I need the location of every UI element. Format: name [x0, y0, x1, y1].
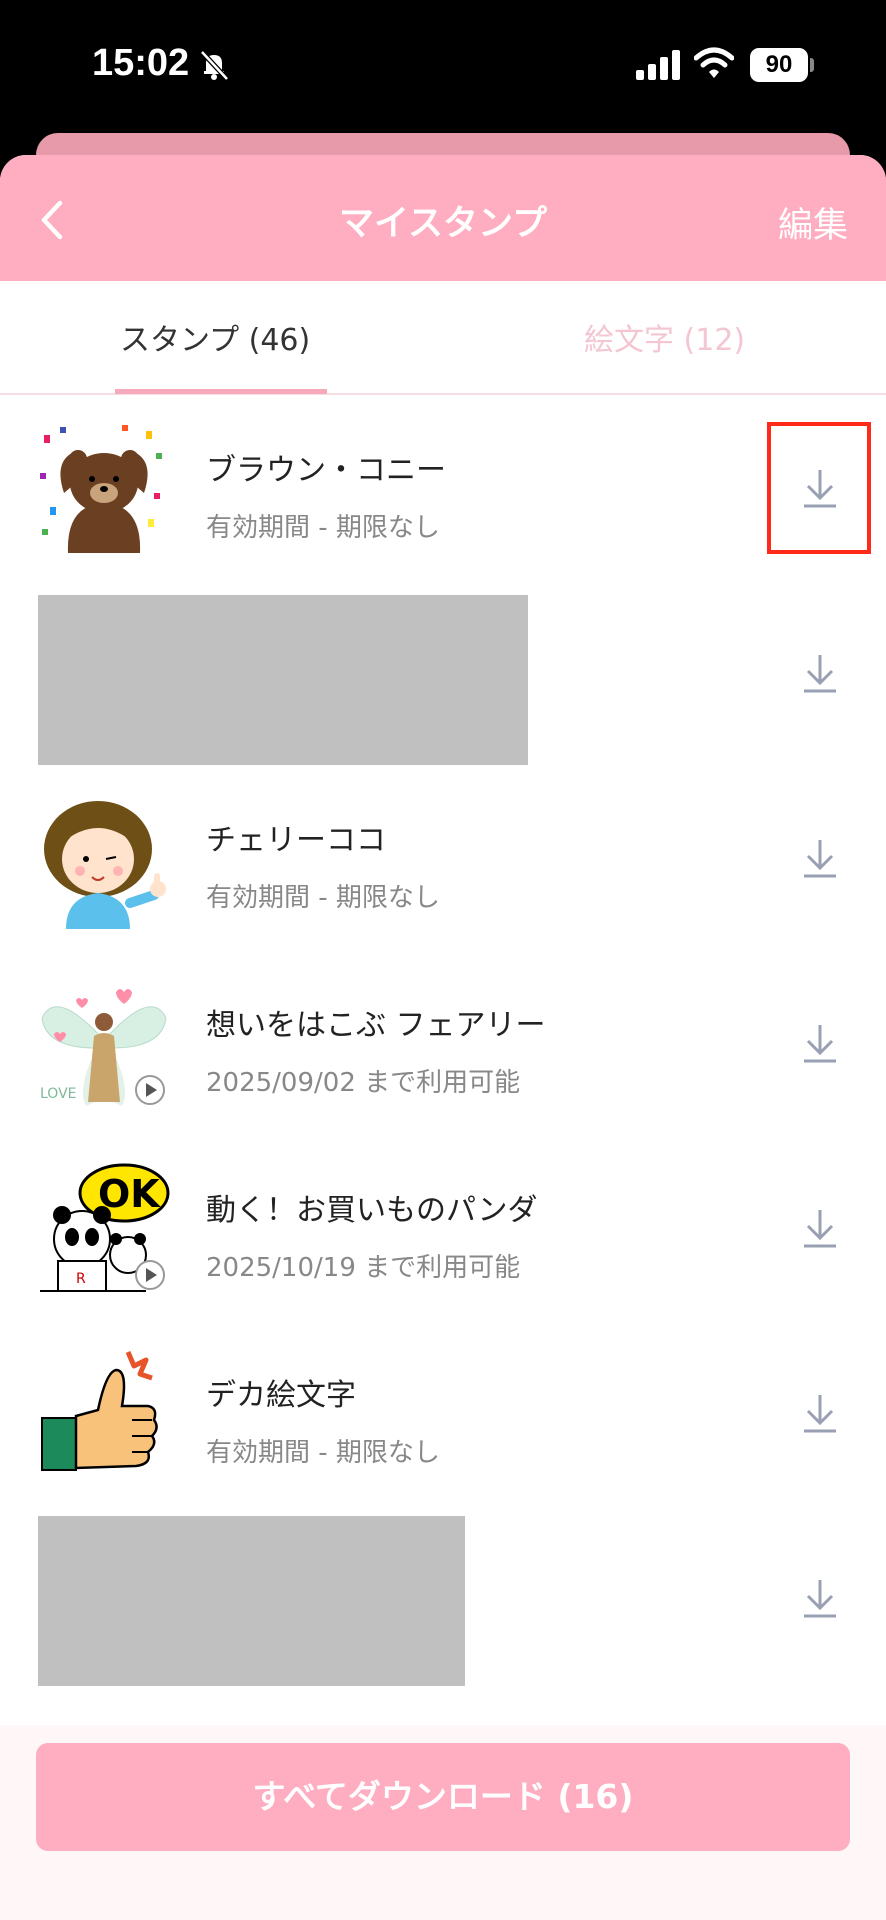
bell-slash-icon [200, 50, 229, 81]
status-bar: 15:02 90 [0, 0, 886, 130]
battery-cap [810, 58, 814, 72]
redacted-block [38, 595, 528, 765]
battery-indicator: 90 [750, 48, 808, 82]
thumbs-up-sticker-thumbnail [41, 1351, 158, 1471]
redacted-block [38, 1516, 465, 1686]
stamp-expiry: 有効期間 - 期限なし [206, 1438, 440, 1468]
stamp-title: 動く！お買いものパンダ [206, 1193, 538, 1228]
stamp-title: デカ絵文字 [206, 1378, 356, 1413]
list-item[interactable]: OK R 動く！お買いものパンダ 2025/10/19 まで利用可能 [0, 1135, 886, 1320]
list-item[interactable]: デカ絵文字 有効期間 - 期限なし [0, 1320, 886, 1505]
list-item[interactable] [0, 1505, 886, 1690]
stamp-title: チェリーココ [206, 823, 386, 858]
svg-text:LOVE: LOVE [40, 1086, 77, 1102]
download-all-button[interactable]: すべてダウンロード (16) [36, 1743, 850, 1851]
edit-button[interactable]: 編集 [778, 197, 848, 248]
tab-emoji[interactable]: 絵文字 (12) [584, 315, 745, 359]
active-tab-indicator [115, 389, 327, 394]
download-icon[interactable] [802, 1391, 838, 1435]
panda-sticker-thumbnail: OK R [40, 1163, 170, 1292]
status-time: 15:02 [92, 42, 190, 84]
tab-stamps[interactable]: スタンプ (46) [120, 315, 310, 359]
brown-bear-sticker-thumbnail [40, 425, 162, 553]
download-icon[interactable] [802, 836, 838, 880]
list-item[interactable]: チェリーココ 有効期間 - 期限なし [0, 765, 886, 950]
highlight-box [767, 422, 871, 554]
list-item[interactable]: LOVE 想いをはこぶ フェアリー 2025/09/02 まで利用可能 [0, 950, 886, 1135]
stamp-expiry: 有効期間 - 期限なし [206, 883, 440, 913]
download-icon[interactable] [802, 1021, 838, 1065]
stamp-title: ブラウン・コニー [206, 453, 446, 488]
tab-bar: スタンプ (46) 絵文字 (12) [0, 281, 886, 395]
download-icon[interactable] [802, 651, 838, 695]
download-icon[interactable] [802, 1206, 838, 1250]
fairy-sticker-thumbnail: LOVE [40, 989, 167, 1106]
page-title: マイスタンプ [339, 204, 547, 244]
signal-icon [636, 50, 680, 80]
stamp-expiry: 2025/10/19 まで利用可能 [206, 1253, 521, 1283]
stamp-expiry: 有効期間 - 期限なし [206, 513, 440, 543]
stamp-expiry: 2025/09/02 まで利用可能 [206, 1068, 521, 1098]
stamp-title: 想いをはこぶ フェアリー [206, 1008, 546, 1043]
download-icon[interactable] [802, 1576, 838, 1620]
list-item[interactable]: ブラウン・コニー 有効期間 - 期限なし [0, 395, 886, 580]
cherry-coco-sticker-thumbnail [44, 801, 166, 929]
svg-text:R: R [76, 1271, 86, 1287]
list-item[interactable] [0, 580, 886, 765]
header: マイスタンプ 編集 [0, 155, 886, 281]
wifi-icon [694, 47, 734, 78]
